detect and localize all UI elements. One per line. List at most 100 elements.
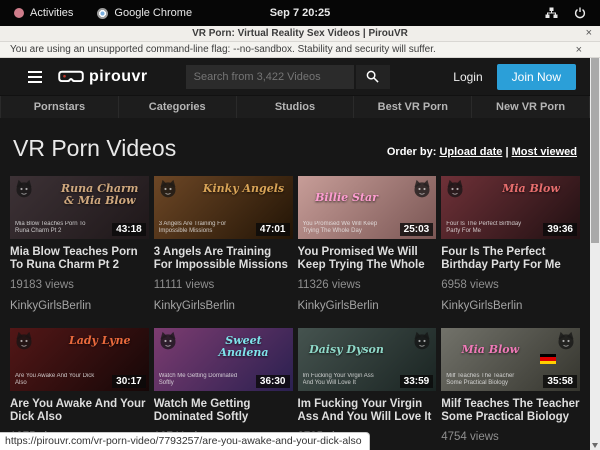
thumbnail-overlay-title: Sweet Analena — [200, 335, 286, 359]
thumbnail-overlay-title: Runa Charm & Mia Blow — [57, 183, 143, 207]
video-title-link[interactable]: 3 Angels Are Training For Impossible Mis… — [154, 246, 293, 272]
power-icon[interactable] — [574, 7, 586, 19]
site-logo-text: pirouvr — [89, 68, 148, 86]
thumbnail-caption: Im Fucking Your Virgin Ass And You Will … — [303, 373, 383, 387]
studio-cat-logo-icon — [412, 179, 432, 199]
studio-cat-logo-icon — [556, 331, 576, 351]
duration-badge: 43:18 — [112, 223, 146, 236]
search-icon — [366, 70, 379, 83]
infobar-close-icon[interactable]: × — [576, 44, 590, 56]
video-views: 11111 views — [154, 279, 293, 291]
nav-item-label: Pornstars — [34, 101, 85, 113]
studio-cat-logo-icon — [445, 179, 465, 199]
studio-link[interactable]: KinkyGirlsBerlin — [441, 300, 580, 312]
search-input[interactable] — [186, 65, 354, 89]
nav-item-label: Categories — [149, 101, 206, 113]
clock[interactable]: Sep 7 20:25 — [0, 7, 600, 19]
video-title-link[interactable]: Milf Teaches The Teacher Some Practical … — [441, 398, 580, 424]
video-card: Billie Star You Promised We Will Keep Tr… — [298, 176, 437, 312]
video-views: 4754 views — [441, 431, 580, 443]
nav-item-studios[interactable]: Studios — [237, 96, 355, 118]
studio-link[interactable]: KinkyGirlsBerlin — [154, 300, 293, 312]
page-head: VR Porn Videos Order by: Upload date | M… — [0, 118, 590, 162]
main-nav: Pornstars Categories Studios Best VR Por… — [0, 95, 590, 118]
video-views: 11326 views — [298, 279, 437, 291]
system-bar: Activities Google Chrome Sep 7 20:25 — [0, 0, 600, 26]
thumbnail-overlay-title: Billie Star — [304, 192, 390, 204]
thumbnail-overlay-title: Daisy Dyson — [304, 344, 390, 356]
thumbnail-caption: You Promised We Will Keep Trying The Who… — [303, 221, 383, 235]
video-thumbnail[interactable]: Mia Blow Four Is The Perfect Birthday Pa… — [441, 176, 580, 239]
video-title-link[interactable]: Are You Awake And Your Dick Also — [10, 398, 149, 424]
thumbnail-overlay-title: Mia Blow — [447, 344, 533, 356]
video-thumbnail[interactable]: Sweet Analena Watch Me Getting Dominated… — [154, 328, 293, 391]
scrollbar-thumb[interactable] — [591, 58, 599, 243]
page-scrollbar[interactable] — [590, 58, 600, 450]
network-icon[interactable] — [545, 7, 558, 19]
thumbnail-caption: Are You Awake And Your Dick Also — [15, 373, 95, 387]
thumbnail-overlay-title: Mia Blow — [488, 183, 574, 195]
video-title-link[interactable]: Im Fucking Your Virgin Ass And You Will … — [298, 398, 437, 424]
site-header: pirouvr Login Join Now — [0, 58, 590, 95]
web-page: pirouvr Login Join Now Pornstars Categor… — [0, 58, 590, 450]
search-area — [186, 65, 390, 89]
video-views: 19183 views — [10, 279, 149, 291]
join-now-button[interactable]: Join Now — [497, 64, 576, 90]
duration-badge: 30:17 — [112, 375, 146, 388]
video-thumbnail[interactable]: Mia Blow Milf Teaches The Teacher Some P… — [441, 328, 580, 391]
login-link[interactable]: Login — [453, 70, 482, 84]
video-grid: Runa Charm & Mia Blow Mia Blow Teaches P… — [10, 176, 580, 450]
chrome-infobar: You are using an unsupported command-lin… — [0, 42, 600, 58]
video-thumbnail[interactable]: Daisy Dyson Im Fucking Your Virgin Ass A… — [298, 328, 437, 391]
studio-cat-logo-icon — [158, 179, 178, 199]
scrollbar-down-arrow-icon[interactable] — [592, 443, 598, 448]
vr-goggles-icon — [58, 70, 84, 84]
video-title-link[interactable]: Mia Blow Teaches Porn To Runa Charm Pt 2 — [10, 246, 149, 272]
video-card: Kinky Angels 3 Angels Are Training For I… — [154, 176, 293, 312]
thumbnail-overlay-title: Kinky Angels — [200, 183, 286, 195]
duration-badge: 47:01 — [256, 223, 290, 236]
duration-badge: 35:58 — [543, 375, 577, 388]
studio-link[interactable]: KinkyGirlsBerlin — [10, 300, 149, 312]
nav-item-new-vr-porn[interactable]: New VR Porn — [472, 96, 590, 118]
studio-cat-logo-icon — [412, 331, 432, 351]
order-most-viewed-link[interactable]: Most viewed — [512, 146, 577, 158]
menu-hamburger-icon[interactable] — [28, 71, 42, 83]
duration-badge: 33:59 — [400, 375, 434, 388]
page-title: VR Porn Videos — [13, 135, 176, 162]
nav-item-label: New VR Porn — [496, 101, 565, 113]
thumbnail-caption: Milf Teaches The Teacher Some Practical … — [446, 373, 526, 387]
order-separator: | — [505, 146, 508, 158]
video-thumbnail[interactable]: Runa Charm & Mia Blow Mia Blow Teaches P… — [10, 176, 149, 239]
window-close-icon[interactable]: × — [586, 26, 592, 41]
video-thumbnail[interactable]: Lady Lyne Are You Awake And Your Dick Al… — [10, 328, 149, 391]
nav-item-label: Best VR Porn — [378, 101, 448, 113]
studio-cat-logo-icon — [14, 179, 34, 199]
studio-link[interactable]: KinkyGirlsBerlin — [298, 300, 437, 312]
nav-item-label: Studios — [275, 101, 315, 113]
infobar-message: You are using an unsupported command-lin… — [10, 44, 576, 55]
video-thumbnail[interactable]: Kinky Angels 3 Angels Are Training For I… — [154, 176, 293, 239]
nav-item-categories[interactable]: Categories — [119, 96, 237, 118]
site-logo[interactable]: pirouvr — [58, 68, 148, 86]
video-views: 6958 views — [441, 279, 580, 291]
duration-badge: 25:03 — [400, 223, 434, 236]
thumbnail-caption: Mia Blow Teaches Porn To Runa Charm Pt 2 — [15, 221, 95, 235]
order-by: Order by: Upload date | Most viewed — [387, 146, 577, 162]
video-card: Runa Charm & Mia Blow Mia Blow Teaches P… — [10, 176, 149, 312]
video-card: Mia Blow Milf Teaches The Teacher Some P… — [441, 328, 580, 450]
nav-item-pornstars[interactable]: Pornstars — [0, 96, 119, 118]
studio-cat-logo-icon — [14, 331, 34, 351]
search-button[interactable] — [356, 65, 390, 89]
duration-badge: 36:30 — [256, 375, 290, 388]
order-upload-date-link[interactable]: Upload date — [439, 146, 502, 158]
video-title-link[interactable]: You Promised We Will Keep Trying The Who… — [298, 246, 437, 272]
nav-item-best-vr-porn[interactable]: Best VR Porn — [354, 96, 472, 118]
video-thumbnail[interactable]: Billie Star You Promised We Will Keep Tr… — [298, 176, 437, 239]
window-titlebar: VR Porn: Virtual Reality Sex Videos | Pi… — [0, 26, 600, 42]
video-title-link[interactable]: Four Is The Perfect Birthday Party For M… — [441, 246, 580, 272]
thumbnail-caption: Watch Me Getting Dominated Softly — [159, 373, 239, 387]
video-card: Mia Blow Four Is The Perfect Birthday Pa… — [441, 176, 580, 312]
status-url-bubble: https://pirouvr.com/vr-porn-video/779325… — [0, 432, 370, 450]
video-title-link[interactable]: Watch Me Getting Dominated Softly — [154, 398, 293, 424]
